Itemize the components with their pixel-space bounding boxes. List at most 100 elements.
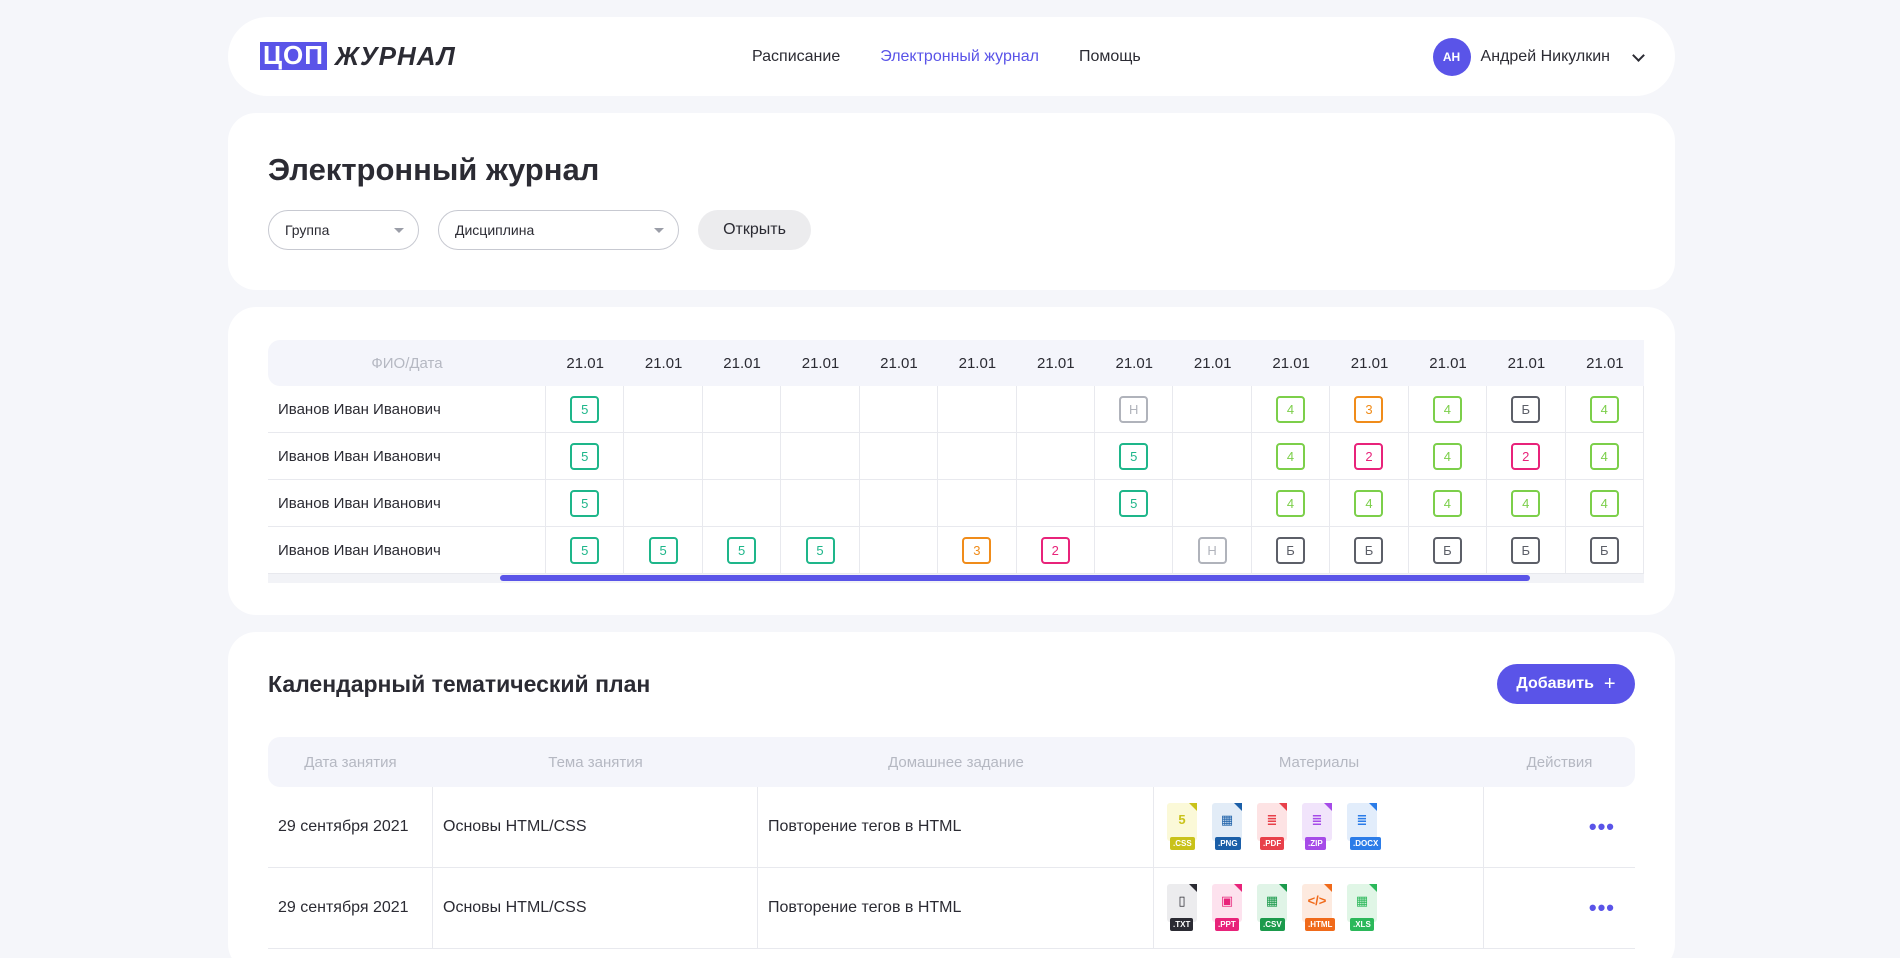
grade-mark[interactable]: 5	[570, 395, 600, 423]
logo[interactable]: ЦОП ЖУРНАЛ	[260, 42, 456, 70]
docx-file-icon[interactable]: ≣ .DOCX	[1344, 803, 1382, 851]
grade-cell[interactable]: 4	[1252, 480, 1331, 526]
grade-cell[interactable]	[703, 386, 782, 432]
grade-cell[interactable]: Б	[1487, 386, 1566, 432]
grade-cell[interactable]: 5	[624, 527, 703, 573]
grade-cell[interactable]: 2	[1487, 433, 1566, 479]
grade-mark[interactable]: Б	[1354, 536, 1384, 564]
grade-cell[interactable]	[624, 480, 703, 526]
grade-cell[interactable]: 5	[546, 527, 625, 573]
grade-cell[interactable]: 4	[1566, 480, 1644, 526]
grade-cell[interactable]: 5	[781, 527, 860, 573]
grade-cell[interactable]: Б	[1487, 527, 1566, 573]
grade-mark[interactable]: 5	[805, 536, 835, 564]
grade-cell[interactable]	[860, 527, 939, 573]
grade-mark[interactable]: Н	[1197, 536, 1227, 564]
grade-mark[interactable]: 4	[1432, 442, 1462, 470]
grade-mark[interactable]: 4	[1589, 489, 1619, 517]
horizontal-scrollbar-thumb[interactable]	[500, 575, 1530, 581]
nav-journal[interactable]: Электронный журнал	[880, 48, 1039, 66]
grade-cell[interactable]	[703, 480, 782, 526]
grade-cell[interactable]: 4	[1409, 433, 1488, 479]
grade-mark[interactable]: 4	[1432, 489, 1462, 517]
grade-cell[interactable]	[781, 386, 860, 432]
grade-mark[interactable]: 4	[1276, 442, 1306, 470]
grade-mark[interactable]: 3	[1354, 395, 1384, 423]
grade-cell[interactable]	[1173, 480, 1252, 526]
grade-mark[interactable]: 4	[1432, 395, 1462, 423]
pdf-file-icon[interactable]: ≣ .PDF	[1254, 803, 1292, 851]
html-file-icon[interactable]: </> .HTML	[1299, 884, 1337, 932]
csv-file-icon[interactable]: ▦ .CSV	[1254, 884, 1292, 932]
grade-cell[interactable]	[938, 386, 1017, 432]
grade-cell[interactable]	[860, 480, 939, 526]
grade-cell[interactable]	[938, 480, 1017, 526]
grade-cell[interactable]: 3	[938, 527, 1017, 573]
grade-mark[interactable]: 4	[1354, 489, 1384, 517]
grade-cell[interactable]	[860, 386, 939, 432]
grade-cell[interactable]: 5	[1095, 480, 1174, 526]
grade-cell[interactable]	[938, 433, 1017, 479]
grade-mark[interactable]: Б	[1432, 536, 1462, 564]
grade-mark[interactable]: 4	[1589, 395, 1619, 423]
grade-mark[interactable]: 5	[1119, 442, 1149, 470]
grade-cell[interactable]: 5	[546, 386, 625, 432]
grade-cell[interactable]	[1095, 527, 1174, 573]
grade-cell[interactable]: 4	[1487, 480, 1566, 526]
grade-mark[interactable]: 5	[648, 536, 678, 564]
grade-cell[interactable]	[1173, 433, 1252, 479]
grade-cell[interactable]: Н	[1173, 527, 1252, 573]
grade-mark[interactable]: 4	[1511, 489, 1541, 517]
grade-cell[interactable]	[781, 433, 860, 479]
grade-cell[interactable]: Б	[1566, 527, 1644, 573]
grade-cell[interactable]: 4	[1409, 480, 1488, 526]
grade-cell[interactable]	[860, 433, 939, 479]
more-icon[interactable]: •••	[1589, 816, 1615, 838]
grade-mark[interactable]: Б	[1276, 536, 1306, 564]
grade-cell[interactable]: 4	[1566, 433, 1644, 479]
grade-cell[interactable]	[703, 433, 782, 479]
chevron-down-icon[interactable]	[1632, 48, 1645, 62]
grade-cell[interactable]: 5	[546, 480, 625, 526]
grade-cell[interactable]	[1017, 386, 1095, 432]
group-select[interactable]: Группа	[268, 210, 419, 250]
grade-cell[interactable]: 4	[1252, 433, 1331, 479]
grade-mark[interactable]: 5	[570, 489, 600, 517]
grade-mark[interactable]: 5	[727, 536, 757, 564]
grade-cell[interactable]	[1017, 433, 1095, 479]
grade-cell[interactable]	[1017, 480, 1095, 526]
discipline-select[interactable]: Дисциплина	[438, 210, 679, 250]
xls-file-icon[interactable]: ▦ .XLS	[1344, 884, 1382, 932]
grade-mark[interactable]: 2	[1354, 442, 1384, 470]
open-button[interactable]: Открыть	[698, 210, 811, 250]
grade-cell[interactable]: 4	[1330, 480, 1409, 526]
grade-mark[interactable]: Б	[1589, 536, 1619, 564]
add-button[interactable]: Добавить +	[1497, 664, 1635, 704]
grade-cell[interactable]: 2	[1330, 433, 1409, 479]
grade-mark[interactable]: 2	[1040, 536, 1070, 564]
ppt-file-icon[interactable]: ▣ .PPT	[1209, 884, 1247, 932]
grade-cell[interactable]: Б	[1330, 527, 1409, 573]
grade-cell[interactable]: Б	[1252, 527, 1331, 573]
nav-help[interactable]: Помощь	[1079, 48, 1141, 66]
grade-cell[interactable]	[781, 480, 860, 526]
grade-mark[interactable]: Б	[1511, 536, 1541, 564]
txt-file-icon[interactable]: ▯ .TXT	[1164, 884, 1202, 932]
grade-mark[interactable]: 5	[570, 442, 600, 470]
grade-mark[interactable]: 4	[1276, 395, 1306, 423]
png-file-icon[interactable]: ▦ .PNG	[1209, 803, 1247, 851]
grade-cell[interactable]: 5	[546, 433, 625, 479]
grade-mark[interactable]: Б	[1511, 395, 1541, 423]
grade-cell[interactable]: 4	[1409, 386, 1488, 432]
zip-file-icon[interactable]: ≣ .ZIP	[1299, 803, 1337, 851]
grade-cell[interactable]: 5	[703, 527, 782, 573]
grade-mark[interactable]: Н	[1119, 395, 1149, 423]
grade-mark[interactable]: 4	[1276, 489, 1306, 517]
grade-mark[interactable]: 5	[1119, 489, 1149, 517]
grade-mark[interactable]: 2	[1511, 442, 1541, 470]
grade-cell[interactable]: 4	[1252, 386, 1331, 432]
grade-cell[interactable]	[624, 433, 703, 479]
more-icon[interactable]: •••	[1589, 897, 1615, 919]
grade-cell[interactable]: 5	[1095, 433, 1174, 479]
user-menu[interactable]: АН Андрей Никулкин	[1432, 38, 1645, 76]
